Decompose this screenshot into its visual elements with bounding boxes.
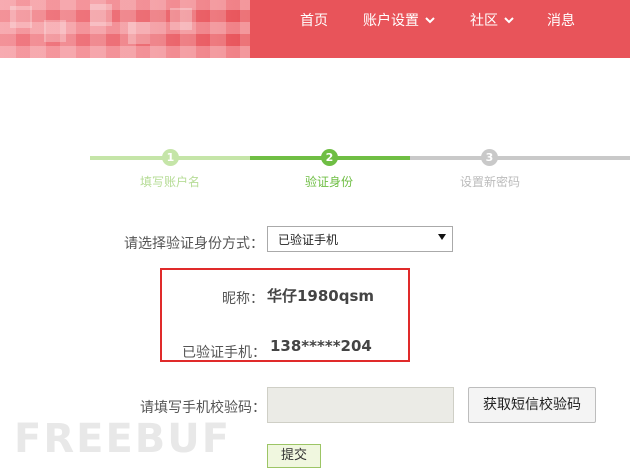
nickname-value: 华仔1980qsm <box>267 287 375 305</box>
step-2-dot: 2 <box>321 149 338 166</box>
nav-community[interactable]: 社区 <box>470 10 514 30</box>
nav-messages-label: 消息 <box>547 13 575 29</box>
nav-account-settings[interactable]: 账户设置 <box>363 10 435 30</box>
step-line-todo <box>410 156 630 160</box>
sms-code-label: 请填写手机校验码： <box>140 400 266 416</box>
nav-account-settings-label: 账户设置 <box>363 13 419 29</box>
nav-community-label: 社区 <box>470 13 498 29</box>
verify-method-label: 请选择验证身份方式： <box>124 236 264 252</box>
phone-label: 已验证手机： <box>182 345 266 361</box>
blurred-logo <box>0 0 250 58</box>
verify-method-select[interactable]: 已验证手机 <box>267 226 453 252</box>
step-3-label: 设置新密码 <box>460 175 521 189</box>
phone-value: 138*****204 <box>270 337 372 355</box>
top-navbar: 首页 账户设置 社区 消息 <box>0 0 630 58</box>
step-1-label: 填写账户名 <box>140 175 201 189</box>
verify-method-selected: 已验证手机 <box>278 233 339 247</box>
nav-home-label: 首页 <box>300 13 328 29</box>
step-1-dot: 1 <box>162 149 179 166</box>
freebuf-watermark: FREEBUF <box>14 416 232 462</box>
nav-home[interactable]: 首页 <box>300 10 328 30</box>
nav-messages[interactable]: 消息 <box>547 10 575 30</box>
sms-code-input[interactable] <box>267 387 454 423</box>
select-arrow-icon <box>438 234 446 240</box>
chevron-down-icon <box>425 17 435 24</box>
chevron-down-icon <box>504 17 514 24</box>
nickname-label: 昵称： <box>222 291 264 307</box>
step-3-dot: 3 <box>481 149 498 166</box>
step-2-label: 验证身份 <box>305 175 354 189</box>
get-sms-code-button[interactable]: 获取短信校验码 <box>468 387 596 423</box>
submit-button[interactable]: 提交 <box>267 444 321 468</box>
